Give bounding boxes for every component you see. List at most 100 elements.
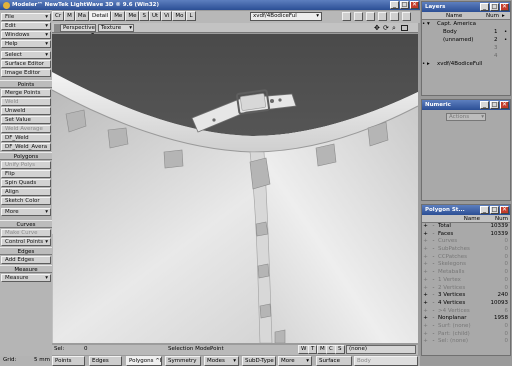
shading-select[interactable]: Texture ▾ (98, 24, 134, 32)
layer-box-6[interactable] (402, 12, 411, 21)
surface-value[interactable]: Body (354, 356, 418, 366)
deselect-minus-icon[interactable]: - (429, 261, 438, 269)
points-mode-button[interactable]: Points (52, 356, 85, 366)
select-plus-icon[interactable]: + (422, 315, 429, 323)
deselect-minus-icon[interactable]: - (429, 338, 438, 346)
edges-mode-button[interactable]: Edges (89, 356, 122, 366)
align-button[interactable]: Align (1, 188, 51, 196)
deselect-minus-icon[interactable]: - (429, 231, 438, 239)
deselect-minus-icon[interactable]: - (429, 315, 438, 323)
windows-menu[interactable]: Windows (1, 31, 51, 39)
sketch-color-button[interactable]: Sketch Color (1, 197, 51, 205)
rotate-view-icon[interactable]: ⟳ (383, 24, 389, 32)
select-plus-icon[interactable]: + (422, 338, 429, 346)
select-plus-icon[interactable]: + (422, 269, 429, 277)
select-plus-icon[interactable]: + (422, 223, 429, 231)
subd-type-button[interactable]: SubD-Type▾ (242, 356, 276, 366)
modes-button[interactable]: Modes ▾ (204, 356, 239, 366)
stats-row[interactable]: + - Surf: (none) 0 (422, 323, 510, 331)
deselect-minus-icon[interactable]: - (429, 277, 438, 285)
select-plus-icon[interactable]: + (422, 231, 429, 239)
select-plus-icon[interactable]: + (422, 246, 429, 254)
image-editor-button[interactable]: Image Editor (1, 69, 51, 77)
help-menu[interactable]: Help (1, 40, 51, 48)
select-button[interactable]: Select (1, 51, 51, 59)
stats-maximize-button[interactable]: □ (490, 206, 499, 214)
tab-layout[interactable]: L (186, 11, 196, 21)
surface-editor-button[interactable]: Surface Editor (1, 60, 51, 68)
stats-row[interactable]: + - Skelegons 0 (422, 261, 510, 269)
stats-minimize-button[interactable]: _ (480, 206, 489, 214)
stats-row[interactable]: + - CCPatches 0 (422, 254, 510, 262)
numeric-minimize-button[interactable]: _ (480, 101, 489, 109)
deselect-minus-icon[interactable]: - (429, 285, 438, 293)
foreground-dot-icon[interactable]: • (504, 36, 510, 44)
deselect-minus-icon[interactable]: - (429, 269, 438, 277)
deselect-minus-icon[interactable]: - (429, 323, 438, 331)
stats-row[interactable]: + - SubPatches 0 (422, 246, 510, 254)
layer-select[interactable]: xvdf/4BodiceFul ▾ (250, 12, 322, 21)
actions-select[interactable]: Actions ▾ (446, 113, 486, 121)
stats-row[interactable]: + - Metaballs 0 (422, 269, 510, 277)
layer-box-4[interactable] (378, 12, 387, 21)
stats-close-button[interactable]: ✕ (500, 206, 509, 214)
measure-button[interactable]: Measure (1, 274, 51, 282)
deselect-minus-icon[interactable]: - (429, 331, 438, 339)
flip-button[interactable]: Flip (1, 170, 51, 178)
unify-polys-button[interactable]: Unify Polys (1, 161, 51, 169)
stats-row[interactable]: + - Curves 0 (422, 238, 510, 246)
select-plus-icon[interactable]: + (422, 238, 429, 246)
close-button[interactable]: ✕ (410, 1, 419, 9)
layer-row[interactable]: Body 1 • (422, 28, 510, 36)
deselect-minus-icon[interactable]: - (429, 223, 438, 231)
stats-row[interactable]: + - Total 10339 (422, 223, 510, 231)
move-view-icon[interactable]: ✥ (374, 24, 380, 32)
symmetry-button[interactable]: Symmetry (165, 356, 201, 366)
deselect-minus-icon[interactable]: - (429, 308, 438, 316)
tab-modify[interactable]: M (64, 11, 75, 21)
numeric-close-button[interactable]: ✕ (500, 101, 509, 109)
select-plus-icon[interactable]: + (422, 300, 429, 308)
tab-map[interactable]: Me (111, 11, 126, 21)
stats-row[interactable]: + -1 Vertex 0 (422, 277, 510, 285)
layer-row[interactable]: • ▸ xvdf/4BodiceFull (422, 60, 510, 68)
deselect-minus-icon[interactable]: - (429, 300, 438, 308)
tab-view[interactable]: Vi (161, 11, 173, 21)
more-polygons-button[interactable]: More (1, 208, 51, 216)
stats-row[interactable]: + - Faces 10339 (422, 231, 510, 239)
layer-box-5[interactable] (390, 12, 399, 21)
polygons-mode-button[interactable]: Polygons ^H (126, 356, 162, 366)
layer-box-3[interactable] (366, 12, 375, 21)
layer-row[interactable]: 3 (422, 44, 510, 52)
texture-toggle[interactable]: T (308, 345, 318, 354)
view-type-select[interactable]: Perspective▾ (60, 24, 96, 38)
tab-setup[interactable]: Me (125, 11, 140, 21)
stats-row[interactable]: + - Part: (child) 0 (422, 331, 510, 339)
layers-close-button[interactable]: ✕ (500, 3, 509, 11)
layer-row[interactable]: • ▾ Capt. America (422, 20, 510, 28)
numeric-maximize-button[interactable]: □ (490, 101, 499, 109)
select-plus-icon[interactable]: + (422, 323, 429, 331)
merge-points-button[interactable]: Merge Points (1, 89, 51, 97)
select-plus-icon[interactable]: + (422, 254, 429, 262)
file-menu[interactable]: File (1, 13, 51, 21)
add-edges-button[interactable]: Add Edges (1, 256, 51, 264)
tab-create[interactable]: Cr (52, 11, 65, 21)
deselect-minus-icon[interactable]: - (429, 246, 438, 254)
selection-toggle[interactable]: S (335, 345, 345, 354)
minimize-button[interactable]: _ (390, 1, 399, 9)
deselect-minus-icon[interactable]: - (429, 254, 438, 262)
maximize-view-icon[interactable] (401, 25, 408, 31)
unweld-button[interactable]: Unweld (1, 107, 51, 115)
stats-row[interactable]: + -2 Vertices 0 (422, 285, 510, 293)
select-plus-icon[interactable]: + (422, 285, 429, 293)
set-value-button[interactable]: Set Value (1, 116, 51, 124)
layers-maximize-button[interactable]: □ (490, 3, 499, 11)
layers-menu-icon[interactable]: ▸ (502, 12, 510, 19)
zoom-view-icon[interactable]: ⌕ (392, 24, 396, 32)
df-weld-button[interactable]: DF_Weld (1, 134, 51, 142)
control-points-button[interactable]: Control Points (1, 238, 51, 246)
layer-box-1[interactable] (342, 12, 351, 21)
layer-row[interactable]: (unnamed) 2 • (422, 36, 510, 44)
viewport-3d[interactable] (52, 34, 418, 343)
